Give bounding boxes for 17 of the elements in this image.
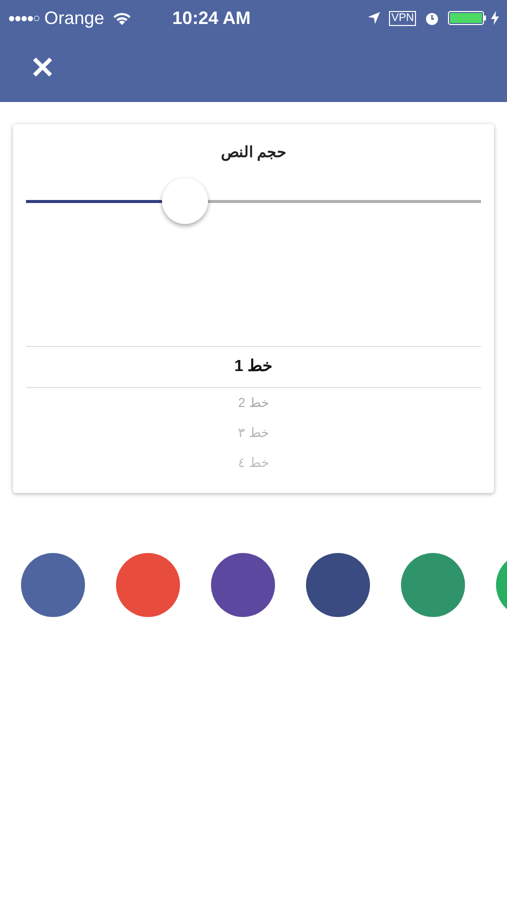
signal-indicator: ●●●●○ xyxy=(8,10,40,27)
picker-item[interactable]: خط 2 xyxy=(238,394,269,412)
picker-item[interactable]: خط 1 xyxy=(234,354,273,378)
clock-time: 10:24 AM xyxy=(172,6,251,30)
carrier-name: Orange xyxy=(44,6,104,30)
slider-thumb[interactable] xyxy=(162,178,208,224)
location-arrow-icon xyxy=(367,11,382,25)
size-slider[interactable] xyxy=(26,178,481,226)
vpn-indicator: VPN xyxy=(389,10,416,26)
picker-item[interactable]: خط ٤ xyxy=(238,454,269,472)
close-button[interactable]: ✕ xyxy=(30,54,55,84)
alarm-clock-icon xyxy=(424,10,440,26)
wifi-icon xyxy=(112,10,132,26)
battery-icon xyxy=(448,10,488,26)
picker-item[interactable]: خط ٣ xyxy=(238,424,269,442)
card-title: حجم النص xyxy=(220,143,286,163)
charging-bolt-icon xyxy=(491,11,499,25)
